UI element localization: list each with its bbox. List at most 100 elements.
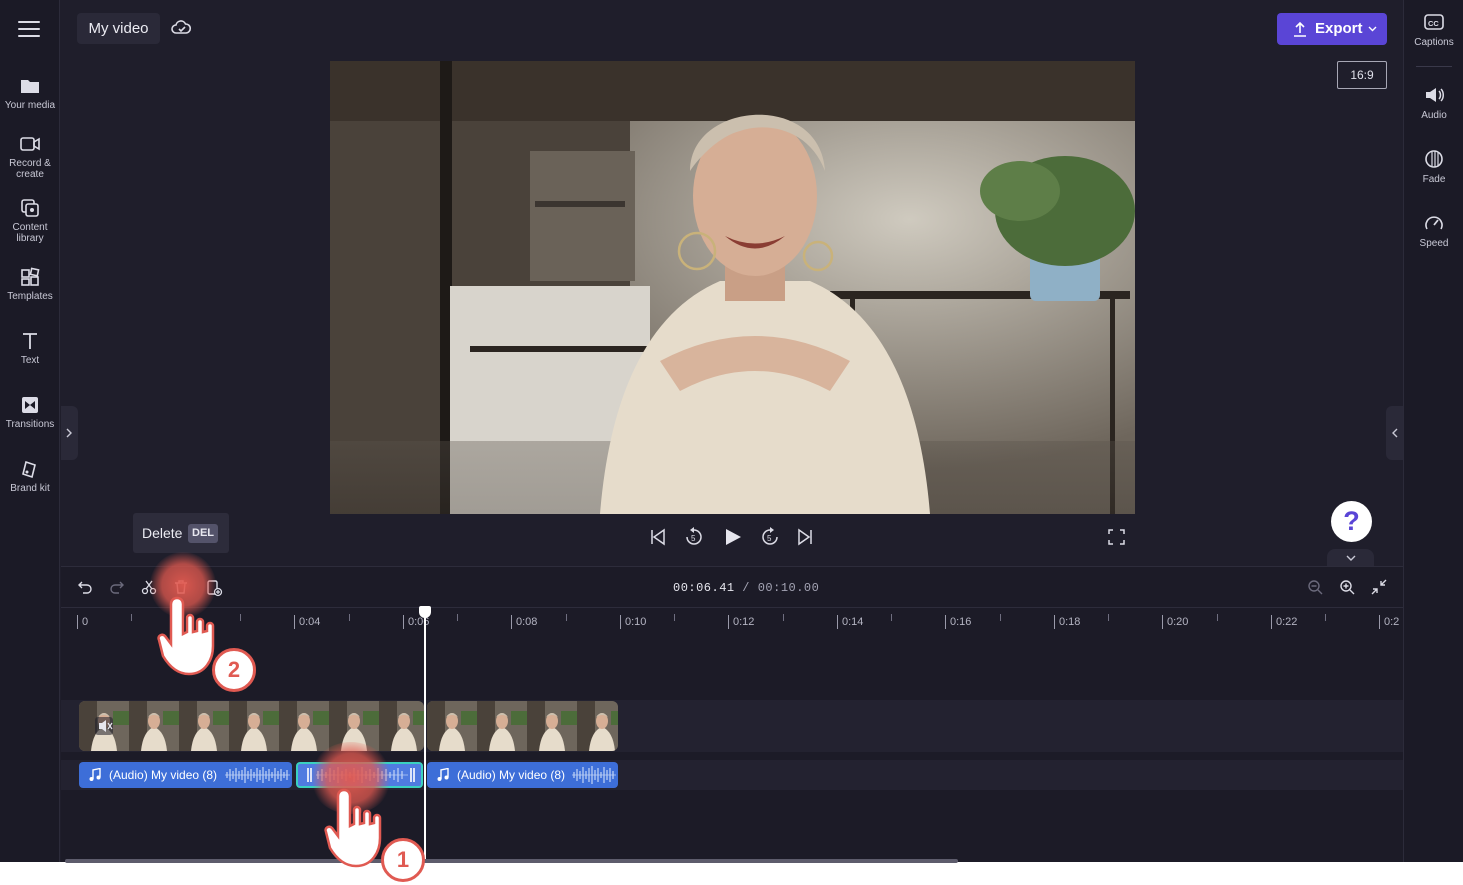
ruler-tick	[1325, 614, 1326, 621]
playhead-handle[interactable]	[419, 606, 431, 618]
rewind-5s-icon[interactable]: 5	[684, 527, 704, 547]
chevron-right-icon	[66, 428, 72, 438]
fullscreen-icon[interactable]	[1108, 527, 1125, 547]
svg-text:5: 5	[767, 534, 772, 543]
ruler-label: 0:08	[511, 615, 537, 629]
sidebar-item-label: Transitions	[5, 419, 55, 430]
export-label: Export	[1315, 20, 1363, 37]
tooltip-label: Delete	[142, 525, 183, 541]
tutorial-step-1-badge: 1	[381, 838, 425, 882]
sidebar-item-your-media[interactable]: Your media	[0, 76, 60, 111]
zoom-in-icon[interactable]	[1339, 579, 1355, 595]
forward-5s-icon[interactable]: 5	[760, 527, 780, 547]
timeline-panel: 00:06.41 / 00:10.00 0 0:04 0:06 0:08 0:1…	[61, 566, 1403, 863]
video-preview[interactable]	[330, 61, 1135, 514]
ruler-tick	[891, 614, 892, 621]
delete-tooltip: Delete DEL	[133, 513, 229, 553]
sidebar-item-text[interactable]: Text	[0, 331, 60, 366]
ruler-tick	[1108, 614, 1109, 621]
sidebar-item-content-library[interactable]: Content library	[0, 198, 60, 244]
redo-icon[interactable]	[109, 579, 125, 595]
video-frame-image	[330, 61, 1135, 514]
zoom-out-icon[interactable]	[1307, 579, 1323, 595]
brand-kit-icon	[22, 460, 36, 479]
sidebar-item-transitions[interactable]: Transitions	[0, 395, 60, 430]
ruler-label: 0:16	[945, 615, 971, 629]
sidebar-item-templates[interactable]: Templates	[0, 267, 60, 302]
playhead-line	[424, 607, 426, 863]
clip-thumbnails	[427, 701, 618, 751]
aspect-ratio-button[interactable]: 16:9	[1337, 61, 1387, 89]
folder-icon	[21, 80, 39, 93]
sidebar-item-speed[interactable]: Speed	[1404, 213, 1463, 249]
skip-to-end-icon[interactable]	[797, 527, 813, 547]
audio-clip-label: (Audio) My video (8)	[109, 768, 218, 782]
timeline-ruler[interactable]: 0 0:04 0:06 0:08 0:10 0:12 0:14 0:16 0:1…	[61, 607, 1403, 631]
sidebar-item-label: Templates	[7, 291, 53, 302]
sidebar-item-record-create[interactable]: Record & create	[0, 134, 60, 180]
ruler-tick	[783, 614, 784, 621]
ruler-tick	[457, 614, 458, 621]
collapse-preview-button[interactable]	[1327, 549, 1374, 567]
current-time: 00:06.41	[673, 581, 735, 595]
help-button[interactable]: ?	[1331, 501, 1372, 542]
audio-clip[interactable]: (Audio) My video (8)	[427, 762, 618, 788]
ruler-label: 0:18	[1054, 615, 1080, 629]
ruler-label: 0:2	[1379, 615, 1399, 629]
skip-to-start-icon[interactable]	[650, 527, 666, 547]
ruler-tick	[566, 614, 567, 621]
sidebar-item-captions[interactable]: CC Captions	[1404, 12, 1463, 48]
audio-waveform	[225, 767, 290, 783]
play-icon[interactable]	[724, 527, 742, 547]
chevron-down-icon	[1368, 26, 1377, 32]
ruler-label: 0:22	[1271, 615, 1297, 629]
undo-icon[interactable]	[77, 579, 93, 595]
sidebar-item-audio[interactable]: Audio	[1404, 85, 1463, 121]
sidebar-item-label: Fade	[1422, 174, 1446, 185]
sidebar-item-brand-kit[interactable]: Brand kit	[0, 459, 60, 494]
hamburger-icon[interactable]	[18, 21, 40, 37]
audio-waveform	[572, 766, 616, 784]
sidebar-item-label: Brand kit	[10, 483, 50, 494]
sidebar-item-label: Text	[20, 355, 40, 366]
right-sidebar: CC Captions Audio Fade Speed	[1403, 0, 1463, 862]
export-button[interactable]: Export	[1277, 13, 1387, 45]
sidebar-item-label: Your media	[4, 100, 56, 111]
sidebar-item-label: Record & create	[9, 158, 51, 180]
ruler-tick	[349, 614, 350, 621]
audio-clip[interactable]: (Audio) My video (8)	[79, 762, 292, 788]
ruler-label: 0:20	[1162, 615, 1188, 629]
project-title[interactable]: My video	[77, 13, 160, 44]
ruler-tick	[1217, 614, 1218, 621]
total-time: 00:10.00	[757, 581, 820, 595]
sidebar-item-label: Content library	[12, 222, 48, 244]
ruler-tick	[240, 614, 241, 621]
chevron-left-icon	[1392, 428, 1398, 438]
transitions-icon	[22, 397, 38, 413]
expand-right-panel-button[interactable]	[1386, 406, 1403, 460]
templates-icon	[21, 267, 40, 286]
left-sidebar: Your media Record & create Content libra…	[0, 0, 60, 862]
speaker-icon	[1426, 88, 1444, 102]
sidebar-item-label: Captions	[1414, 37, 1454, 48]
upload-icon	[1294, 21, 1306, 37]
sidebar-item-fade[interactable]: Fade	[1404, 149, 1463, 185]
fit-timeline-icon[interactable]	[1371, 579, 1387, 595]
sidebar-item-label: Speed	[1419, 238, 1449, 249]
svg-text:CC: CC	[1428, 19, 1439, 28]
svg-text:5: 5	[691, 534, 696, 543]
music-note-icon	[89, 768, 101, 781]
ruler-tick	[131, 614, 132, 621]
ruler-tick	[1000, 614, 1001, 621]
video-editor-app: Your media Record & create Content libra…	[0, 0, 1463, 863]
cloud-sync-icon[interactable]	[170, 18, 192, 43]
expand-left-panel-button[interactable]	[61, 406, 78, 460]
video-clip[interactable]	[427, 701, 618, 751]
video-clip[interactable]	[79, 701, 424, 751]
camera-icon	[20, 137, 40, 151]
divider	[1416, 66, 1452, 67]
clip-thumbnails	[79, 701, 424, 751]
horizontal-scrollbar[interactable]	[65, 859, 958, 863]
timecode: 00:06.41 / 00:10.00	[673, 581, 819, 595]
fade-icon	[1425, 150, 1443, 168]
